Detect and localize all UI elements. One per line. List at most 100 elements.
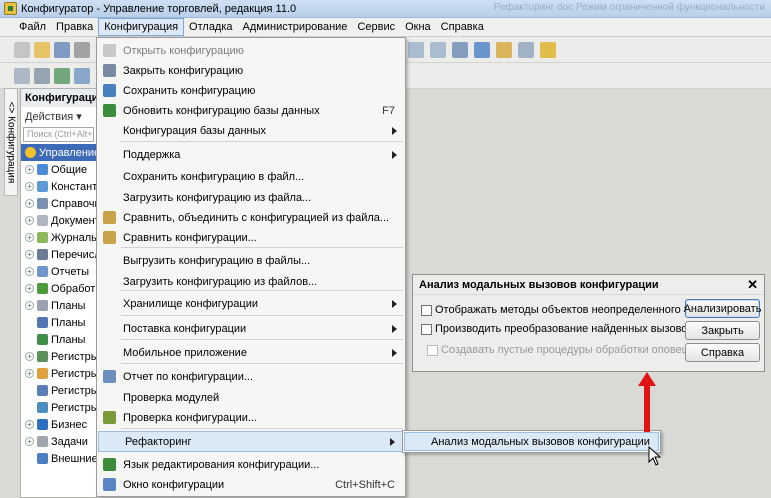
- tree-item[interactable]: Планы: [21, 331, 96, 348]
- tree-item[interactable]: + Перечисления: [21, 246, 96, 263]
- expand-icon[interactable]: +: [25, 233, 34, 242]
- tree-item[interactable]: + Бизнес: [21, 416, 96, 433]
- menu-item-16[interactable]: Проверка модулей: [97, 387, 405, 408]
- menu-item-7[interactable]: Справка: [436, 19, 489, 35]
- menu-item-icon: [103, 231, 116, 244]
- tree-item[interactable]: + Регистры: [21, 348, 96, 365]
- submenu-item-modal-calls-analysis[interactable]: Анализ модальных вызовов конфигурации: [404, 432, 659, 451]
- expand-icon[interactable]: +: [25, 165, 34, 174]
- toolbar-extra-icon-5[interactable]: [518, 42, 534, 58]
- menu-item-12[interactable]: Хранилище конфигурации: [97, 293, 405, 314]
- menu-item-6[interactable]: Сохранить конфигурацию в файл...: [97, 166, 405, 187]
- menu-separator: [121, 315, 403, 316]
- toolbar-extra-icon-4[interactable]: [496, 42, 512, 58]
- expand-icon[interactable]: +: [25, 216, 34, 225]
- tb2-button-icon-0[interactable]: [14, 67, 30, 84]
- tb1-button-icon-0[interactable]: [14, 41, 30, 58]
- modal-calls-dialog: Анализ модальных вызовов конфигурации ✕ …: [412, 274, 765, 372]
- tb2-button-icon-3[interactable]: [74, 67, 90, 84]
- toolbar-extra-icon-6[interactable]: [540, 42, 556, 58]
- tree-item[interactable]: + Планы: [21, 297, 96, 314]
- tb1-button-icon-3[interactable]: [74, 41, 90, 58]
- menu-item-5[interactable]: Поддержка: [97, 144, 405, 165]
- menu-item-14[interactable]: Мобильное приложение: [97, 342, 405, 363]
- menu-item-5[interactable]: Сервис: [352, 19, 400, 35]
- menu-item-18[interactable]: Рефакторинг: [98, 431, 404, 452]
- tree-item[interactable]: Планы: [21, 314, 96, 331]
- tree-item[interactable]: + Задачи: [21, 433, 96, 450]
- menu-item-1[interactable]: Правка: [51, 19, 98, 35]
- menu-item-1[interactable]: Закрыть конфигурацию: [97, 60, 405, 81]
- expand-icon[interactable]: +: [25, 352, 34, 361]
- menu-item-4[interactable]: Администрирование: [238, 19, 353, 35]
- menu-item-3[interactable]: Отладка: [184, 19, 237, 35]
- menu-item-0[interactable]: Файл: [14, 19, 51, 35]
- expand-icon[interactable]: +: [25, 250, 34, 259]
- help-button[interactable]: Справка: [685, 343, 760, 362]
- tree-item-label: Управление: [39, 146, 97, 159]
- menu-item-15[interactable]: Отчет по конфигурации...: [97, 366, 405, 387]
- checkbox[interactable]: [421, 304, 432, 316]
- search-input[interactable]: Поиск (Ctrl+Alt+M): [23, 127, 94, 142]
- menu-item-2[interactable]: Сохранить конфигурацию: [97, 80, 405, 101]
- menu-item-icon: [103, 104, 116, 117]
- expand-icon[interactable]: +: [25, 369, 34, 378]
- toolbar-extra-icon-3[interactable]: [474, 42, 490, 58]
- tree-item[interactable]: + Обработки: [21, 280, 96, 297]
- tree-item[interactable]: Регистры: [21, 399, 96, 416]
- menu-item-17[interactable]: Проверка конфигурации...: [97, 407, 405, 428]
- expand-icon[interactable]: +: [25, 284, 34, 293]
- tree-item-label: Справочники: [51, 197, 96, 210]
- tree-root-item[interactable]: Управление: [21, 144, 96, 161]
- analyze-button[interactable]: Анализировать: [684, 299, 761, 318]
- tree-item[interactable]: + Регистры: [21, 365, 96, 382]
- menu-item-2[interactable]: Конфигурация: [98, 18, 185, 36]
- toolbar-extra-icon-2[interactable]: [452, 42, 468, 58]
- actions-menu[interactable]: Действия ▾: [21, 107, 96, 125]
- expand-icon[interactable]: +: [25, 301, 34, 310]
- expand-icon[interactable]: +: [25, 182, 34, 191]
- tree-item[interactable]: + Справочники: [21, 195, 96, 212]
- tree-item[interactable]: + Константы: [21, 178, 96, 195]
- tb2-button-icon-2[interactable]: [54, 67, 70, 84]
- tree-item[interactable]: + Общие: [21, 161, 96, 178]
- expand-icon[interactable]: +: [25, 199, 34, 208]
- tree-item-label: Планы: [51, 333, 86, 346]
- toolbar-extra-icon-1[interactable]: [430, 42, 446, 58]
- tree-item-label: Регистры: [51, 350, 97, 363]
- menu-item-13[interactable]: Поставка конфигурации: [97, 318, 405, 339]
- tree-item[interactable]: Регистры: [21, 382, 96, 399]
- tb2-button-icon-1[interactable]: [34, 67, 50, 84]
- menu-item-label: Рефакторинг: [125, 435, 192, 448]
- menu-item-6[interactable]: Окна: [400, 19, 436, 35]
- tb1-button-icon-1[interactable]: [34, 41, 50, 58]
- menu-item-20[interactable]: Окно конфигурации Ctrl+Shift+C: [97, 474, 405, 495]
- menu-item-9[interactable]: Сравнить конфигурации...: [97, 227, 405, 248]
- tree-item[interactable]: + Отчеты: [21, 263, 96, 280]
- expand-icon[interactable]: +: [25, 267, 34, 276]
- menu-item-19[interactable]: Язык редактирования конфигурации...: [97, 454, 405, 475]
- side-tab-configuration[interactable]: <> Конфигурация: [4, 88, 18, 196]
- tree-item-label: Отчеты: [51, 265, 90, 278]
- tree-item-label: Регистры: [51, 384, 97, 397]
- menu-item-7[interactable]: Загрузить конфигурацию из файла...: [97, 187, 405, 208]
- window-title: Конфигуратор - Управление торговлей, ред…: [21, 2, 297, 15]
- menu-item-3[interactable]: Обновить конфигурацию базы данных F7: [97, 100, 405, 121]
- expand-icon[interactable]: +: [25, 420, 34, 429]
- menu-item-8[interactable]: Сравнить, объединить с конфигурацией из …: [97, 207, 405, 228]
- toolbar-extra-icon-0[interactable]: [408, 42, 424, 58]
- checkbox[interactable]: [421, 323, 432, 335]
- tree-item[interactable]: + Журналы: [21, 229, 96, 246]
- menu-item-label: Выгрузить конфигурацию в файлы...: [123, 254, 311, 267]
- tree-item[interactable]: Внешние: [21, 450, 96, 467]
- dialog-option-0[interactable]: Отображать методы объектов неопределенно…: [421, 304, 707, 316]
- close-button[interactable]: Закрыть: [685, 321, 760, 340]
- menu-item-4[interactable]: Конфигурация базы данных: [97, 120, 405, 141]
- close-icon[interactable]: ✕: [747, 277, 758, 293]
- tb1-button-icon-2[interactable]: [54, 41, 70, 58]
- menu-item-10[interactable]: Выгрузить конфигурацию в файлы...: [97, 250, 405, 271]
- dialog-option-1[interactable]: Производить преобразование найденных выз…: [421, 323, 693, 335]
- expand-icon[interactable]: +: [25, 437, 34, 446]
- menu-item-11[interactable]: Загрузить конфигурацию из файлов...: [97, 271, 405, 292]
- tree-item[interactable]: + Документы: [21, 212, 96, 229]
